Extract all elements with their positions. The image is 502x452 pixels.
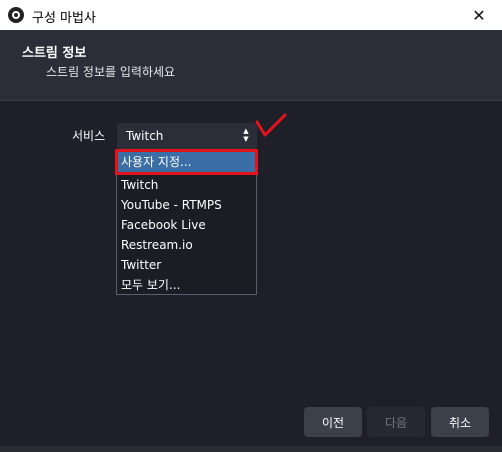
- next-button[interactable]: 다음: [367, 407, 425, 437]
- dropdown-option-show-all[interactable]: 모두 보기...: [118, 275, 255, 295]
- service-select-value: Twitch: [126, 129, 164, 143]
- dropdown-option-twitch[interactable]: Twitch: [118, 175, 255, 195]
- title-bar: 구성 마법사 ✕: [0, 0, 502, 30]
- page-subtitle: 스트림 정보를 입력하세요: [46, 65, 176, 79]
- updown-chevron-icon: ▲ ▼: [243, 127, 249, 143]
- close-button[interactable]: ✕: [456, 0, 502, 30]
- dropdown-option-facebook[interactable]: Facebook Live: [118, 215, 255, 235]
- wizard-header: 스트림 정보 스트림 정보를 입력하세요: [0, 30, 502, 100]
- cancel-button[interactable]: 취소: [431, 407, 489, 437]
- red-checkmark-annotation: [255, 113, 287, 137]
- back-button[interactable]: 이전: [304, 407, 362, 437]
- dropdown-option-youtube[interactable]: YouTube - RTMPS: [118, 195, 255, 215]
- dropdown-option-custom[interactable]: 사용자 지정...: [115, 149, 258, 175]
- service-select[interactable]: Twitch ▲ ▼: [117, 123, 257, 149]
- dropdown-option-twitter[interactable]: Twitter: [118, 255, 255, 275]
- dropdown-option-restream[interactable]: Restream.io: [118, 235, 255, 255]
- service-label: 서비스: [72, 129, 106, 143]
- service-dropdown-list: 사용자 지정... Twitch YouTube - RTMPS Faceboo…: [115, 149, 258, 295]
- bottom-edge: [0, 446, 502, 452]
- page-title: 스트림 정보: [22, 46, 87, 61]
- window-title: 구성 마법사: [32, 11, 96, 26]
- obs-logo-icon: [8, 7, 24, 23]
